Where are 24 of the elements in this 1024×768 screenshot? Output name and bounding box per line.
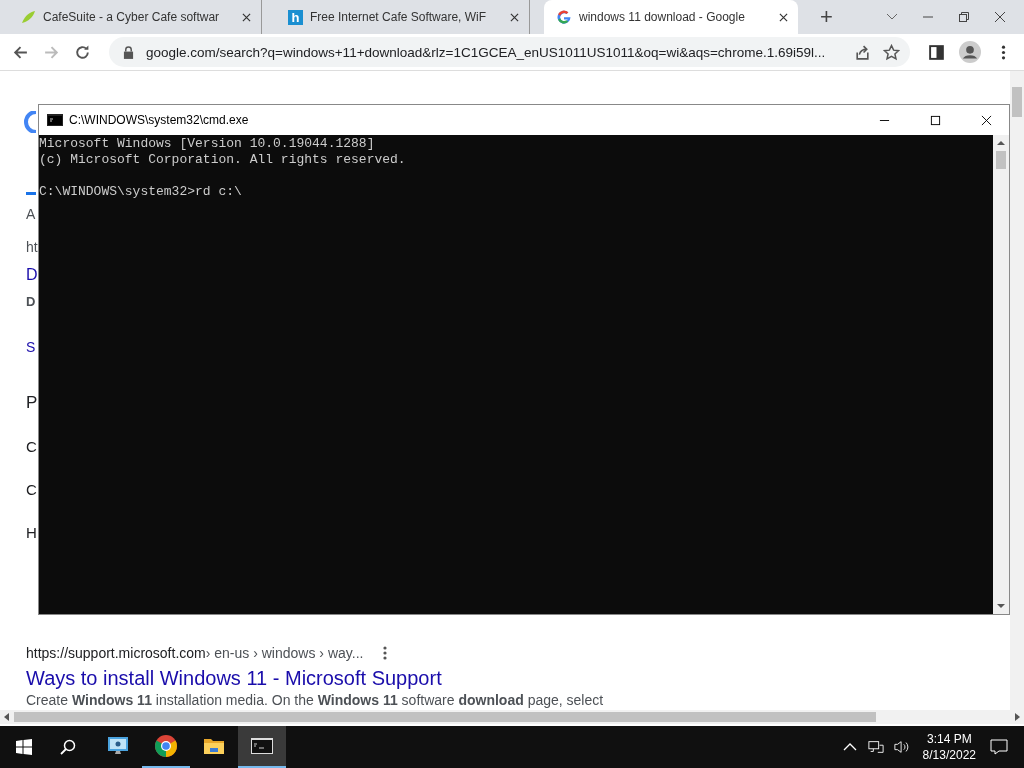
console-line: (c) Microsoft Corporation. All rights reserved.	[39, 152, 407, 168]
partial-text[interactable]: D	[26, 266, 38, 284]
partial-text: P	[26, 393, 38, 413]
partial-text[interactable]: S	[26, 339, 36, 355]
result-url: https://support.microsoft.com	[26, 645, 206, 661]
address-bar[interactable]: google.com/search?q=windows+11+download&rlz=1C1GCEA_enUS1011US1011&oq=wi&aqs=chrome.1.69i59l...	[109, 37, 910, 67]
console-line: Microsoft Windows [Version 10.0.19044.1288]	[39, 136, 376, 152]
time-text: 3:14 PM	[926, 731, 972, 747]
date-text: 8/13/2022	[922, 747, 976, 763]
site-icon: h	[288, 9, 303, 25]
new-tab-button[interactable]: +	[812, 0, 841, 34]
partial-text: ht	[26, 239, 38, 255]
partial-text: C	[26, 481, 37, 498]
partial-text: H	[26, 524, 37, 541]
browser-tab[interactable]: windows 11 download - Google	[544, 0, 798, 34]
result-path: › en-us › windows › way...	[205, 645, 364, 661]
clock[interactable]: 3:14 PM 8/13/2022	[922, 731, 976, 763]
partial-text: C	[26, 438, 37, 455]
result-snippet: Create Windows 11 installation media. On the Windows 11 software download page, select	[26, 692, 604, 708]
partial-text: D	[26, 293, 36, 309]
console-prompt: C:\WINDOWS\system32>rd c:\	[39, 184, 243, 200]
partial-text: A	[26, 206, 36, 222]
window-title: C:\WINDOWS\system32\cmd.exe	[69, 113, 250, 127]
result-title-link[interactable]: Ways to install Windows 11 - Microsoft Support	[26, 667, 1010, 690]
